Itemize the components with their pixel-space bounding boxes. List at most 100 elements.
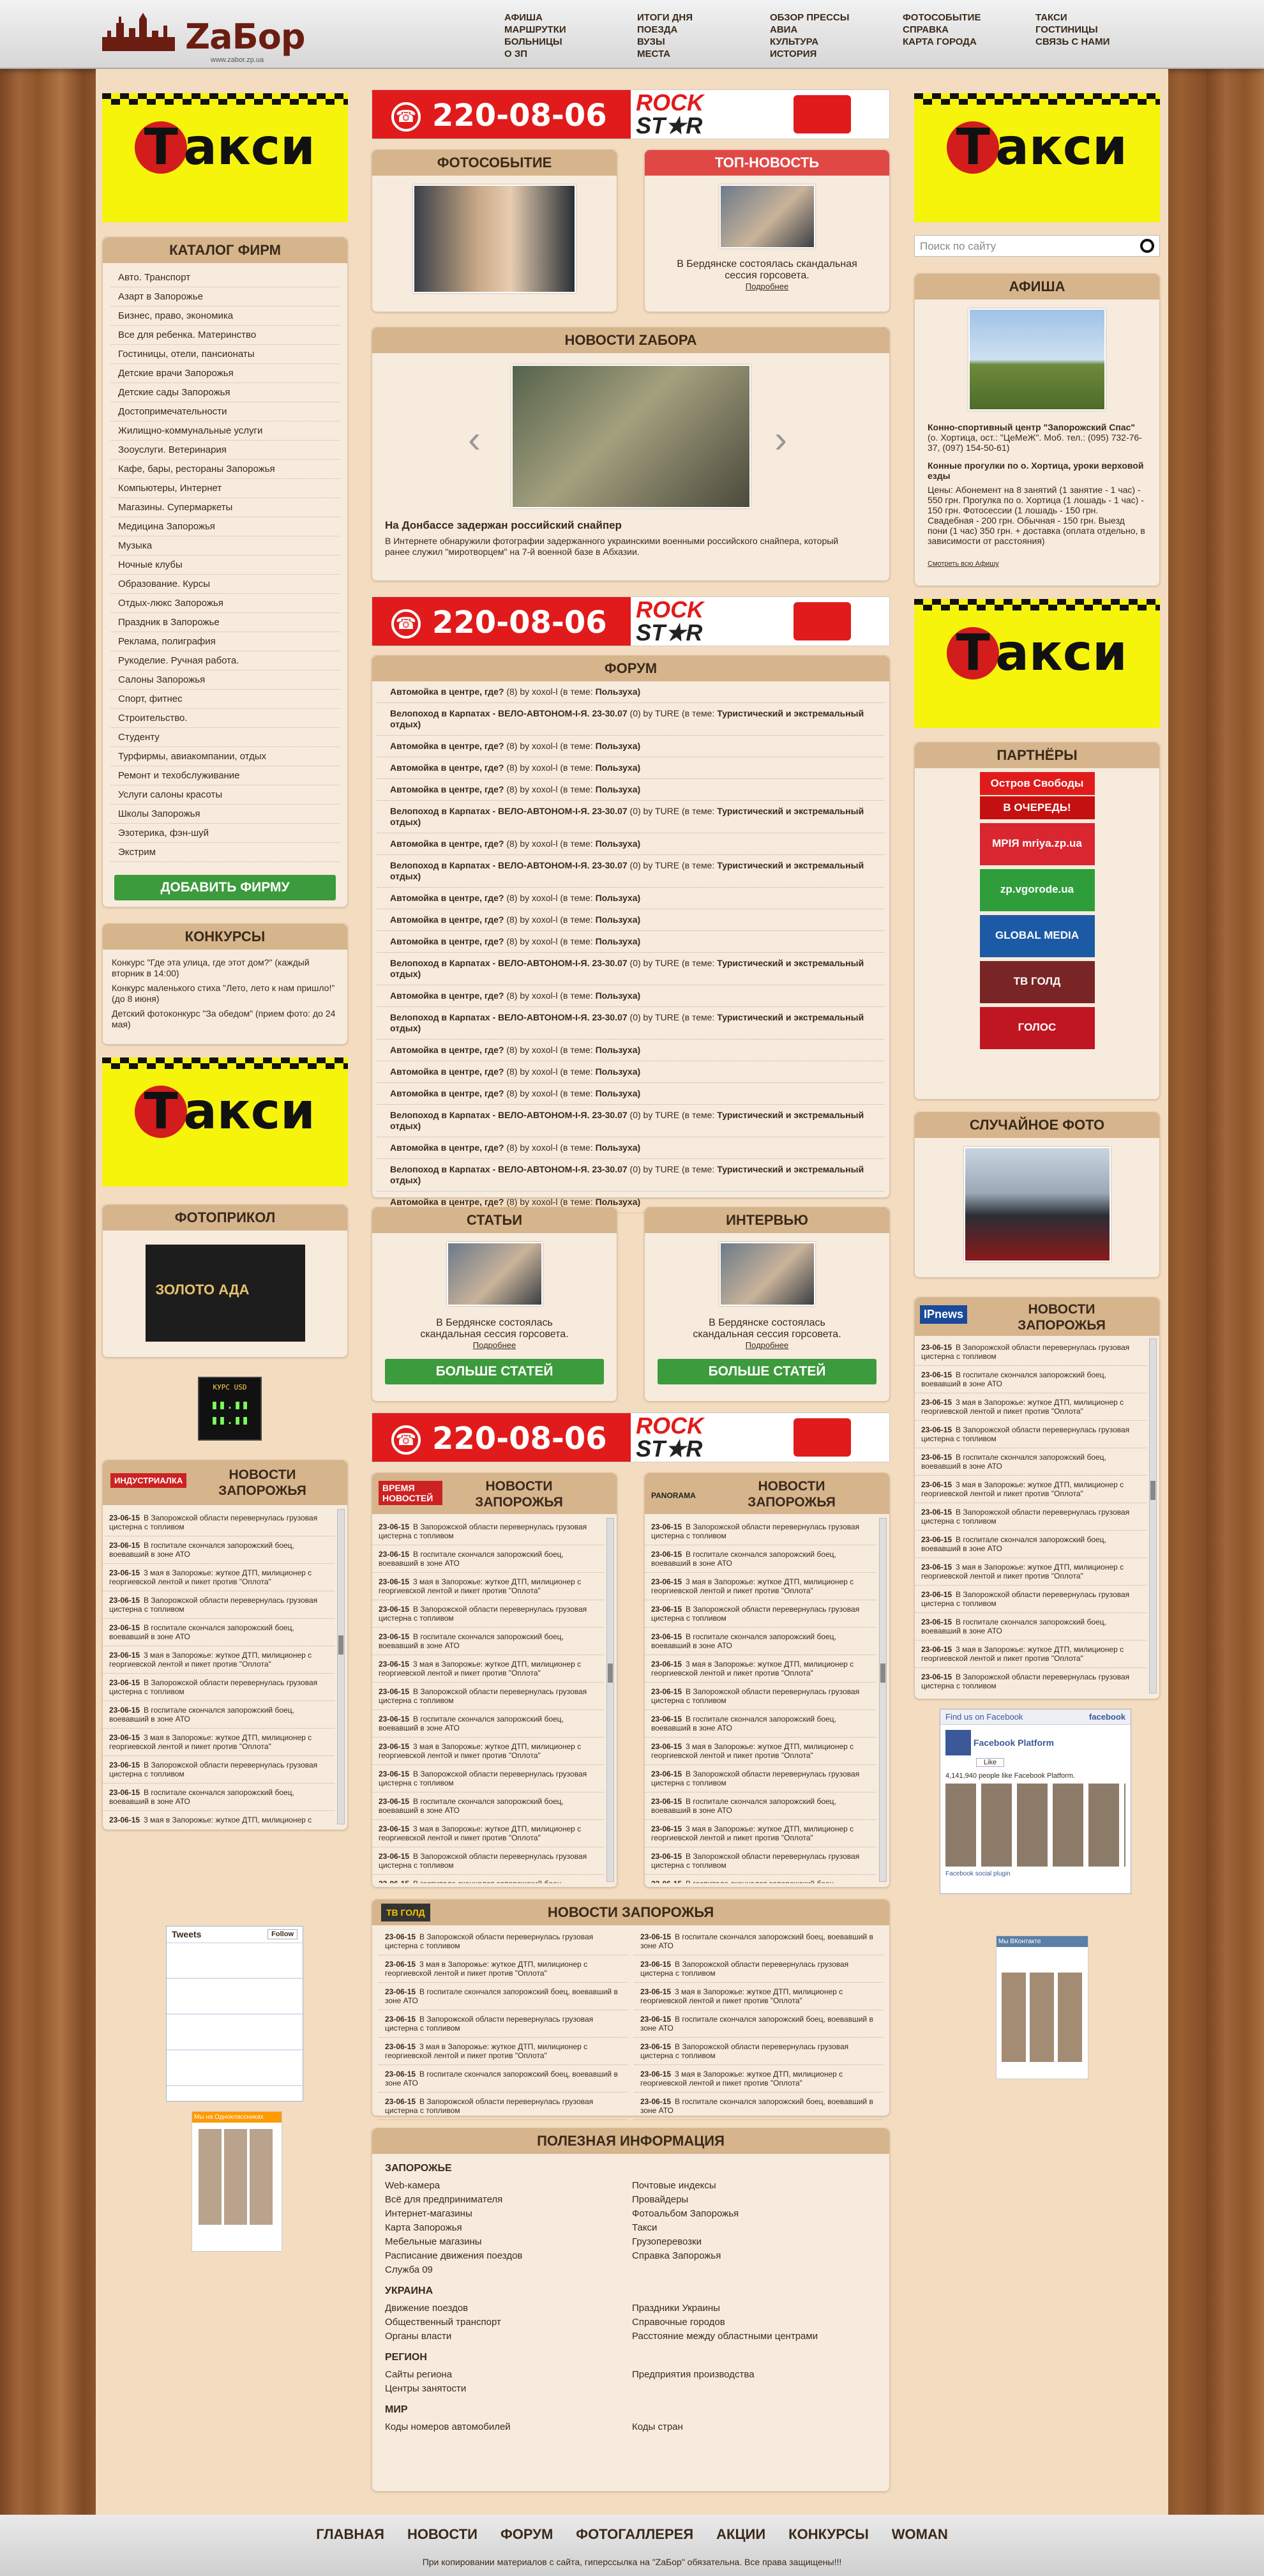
top-nav-item[interactable]: ОБЗОР ПРЕССЫ bbox=[770, 11, 903, 24]
facebook-like-button[interactable]: Like bbox=[976, 1758, 1004, 1767]
top-nav-item[interactable]: ИСТОРИЯ bbox=[770, 48, 903, 60]
top-news-more-link[interactable]: Подробнее bbox=[645, 282, 889, 291]
search-input[interactable]: Поиск по сайту bbox=[920, 240, 996, 253]
forum-topic[interactable]: Автомойка в центре, где? bbox=[390, 1066, 504, 1077]
catalog-item[interactable]: Услуги салоны красоты bbox=[110, 785, 340, 805]
partner-logo[interactable]: Остров Свободы bbox=[979, 772, 1095, 795]
top-nav-item[interactable] bbox=[1035, 48, 1168, 60]
catalog-item[interactable]: Праздник в Запорожье bbox=[110, 613, 340, 632]
forum-topic[interactable]: Велопоход в Карпатах - ВЕЛО-АВТОНОМ-I-Я.… bbox=[390, 958, 628, 968]
afisha-more-link[interactable]: Смотреть всю Афишу bbox=[928, 559, 1147, 569]
vremya-news-scrollbar[interactable] bbox=[606, 1518, 614, 1882]
news-item[interactable]: 23-06-15В госпитале скончался запорожски… bbox=[103, 1701, 335, 1729]
useful-link[interactable]: Такси bbox=[632, 2222, 862, 2234]
slider-prev-icon[interactable]: ‹ bbox=[468, 417, 481, 461]
forum-section[interactable]: Пользуха) bbox=[596, 1197, 641, 1207]
catalog-item[interactable]: Кафе, бары, рестораны Запорожья bbox=[110, 460, 340, 479]
useful-link[interactable]: Общественный транспорт bbox=[385, 2316, 632, 2329]
news-item[interactable]: 23-06-15 В Запорожской области перевернул… bbox=[379, 2010, 628, 2038]
news-item[interactable]: 23-06-15 3 мая в Запорожье: жуткое ДТП, м… bbox=[103, 1729, 335, 1756]
catalog-item[interactable]: Гостиницы, отели, пансионаты bbox=[110, 345, 340, 364]
news-item[interactable]: 23-06-15В госпитале скончался запорожски… bbox=[372, 1792, 604, 1820]
forum-row[interactable]: Автомойка в центре, где? (8) by xoxol-l … bbox=[377, 833, 884, 855]
partner-logo[interactable]: ТВ ГОЛД bbox=[979, 961, 1095, 1003]
forum-topic[interactable]: Автомойка в центре, где? bbox=[390, 838, 504, 849]
forum-row[interactable]: Автомойка в центре, где? (8) by xoxol-l … bbox=[377, 681, 884, 703]
contest-item[interactable]: Конкурс маленького стиха "Лето, лето к н… bbox=[112, 983, 338, 1004]
useful-link[interactable] bbox=[632, 2264, 862, 2277]
news-item[interactable]: 23-06-15 В Запорожской области перевернул… bbox=[103, 1756, 335, 1784]
news-item[interactable]: 23-06-15 3 мая в Запорожье: жуткое ДТП, м… bbox=[645, 1573, 877, 1600]
forum-section[interactable]: Пользуха) bbox=[596, 893, 641, 903]
top-nav-item[interactable]: ГОСТИНИЦЫ bbox=[1035, 24, 1168, 36]
news-item[interactable]: 23-06-15В госпитале скончался запорожски… bbox=[372, 1710, 604, 1738]
useful-link[interactable]: Предприятия производства bbox=[632, 2368, 862, 2381]
interview-text[interactable]: В Бердянске состоялась скандальная сесси… bbox=[683, 1317, 851, 1340]
news-item[interactable]: 23-06-15В госпитале скончался запорожски… bbox=[103, 1619, 335, 1646]
rockstar-ad-banner-2[interactable]: ☎ 220-08-06 ROCK ST★R bbox=[372, 596, 890, 646]
catalog-item[interactable]: Строительство. bbox=[110, 709, 340, 728]
useful-link[interactable]: Справочные городов bbox=[632, 2316, 862, 2329]
top-nav-item[interactable]: АФИША bbox=[504, 11, 637, 24]
news-item[interactable]: 23-06-15В госпитале скончался запорожски… bbox=[379, 1983, 628, 2010]
forum-row[interactable]: Автомойка в центре, где? (8) by xoxol-l … bbox=[377, 736, 884, 757]
forum-section[interactable]: Пользуха) bbox=[596, 914, 641, 925]
footer-nav-item[interactable]: ГЛАВНАЯ bbox=[316, 2526, 384, 2542]
news-item[interactable]: 23-06-15 3 мая в Запорожье: жуткое ДТП, м… bbox=[915, 1640, 1147, 1668]
news-item[interactable]: 23-06-15 3 мая в Запорожье: жуткое ДТП, м… bbox=[372, 1738, 604, 1765]
useful-link[interactable]: Мебельные магазины bbox=[385, 2236, 632, 2248]
news-item[interactable]: 23-06-15 В Запорожской области перевернул… bbox=[915, 1503, 1147, 1531]
useful-link[interactable]: Движение поездов bbox=[385, 2302, 632, 2315]
catalog-item[interactable]: Спорт, фитнес bbox=[110, 690, 340, 709]
useful-link[interactable]: Праздники Украины bbox=[632, 2302, 862, 2315]
forum-topic[interactable]: Автомойка в центре, где? bbox=[390, 784, 504, 794]
forum-row[interactable]: Автомойка в центре, где? (8) by xoxol-l … bbox=[377, 888, 884, 909]
news-item[interactable]: 23-06-15 3 мая в Запорожье: жуткое ДТП, м… bbox=[103, 1564, 335, 1591]
news-item[interactable]: 23-06-15 3 мая в Запорожье: жуткое ДТП, м… bbox=[379, 2038, 628, 2065]
random-photo-image[interactable] bbox=[963, 1147, 1111, 1262]
news-item[interactable]: 23-06-15 3 мая в Запорожье: жуткое ДТП, м… bbox=[372, 1820, 604, 1847]
top-nav-item[interactable]: О ЗП bbox=[504, 48, 637, 60]
catalog-item[interactable]: Отдых-люкс Запорожья bbox=[110, 594, 340, 613]
news-item[interactable]: 23-06-15В госпитале скончался запорожски… bbox=[379, 2065, 628, 2093]
news-item[interactable]: 23-06-15В госпитале скончался запорожски… bbox=[103, 1536, 335, 1564]
news-item[interactable]: 23-06-15 В Запорожской области перевернул… bbox=[915, 1338, 1147, 1366]
footer-nav-item[interactable]: ФОРУМ bbox=[500, 2526, 553, 2542]
news-item[interactable]: 23-06-15 3 мая в Запорожье: жуткое ДТП, м… bbox=[103, 1646, 335, 1674]
catalog-item[interactable]: Азарт в Запорожье bbox=[110, 287, 340, 307]
useful-link[interactable]: Коды номеров автомобилей bbox=[385, 2421, 632, 2434]
catalog-item[interactable]: Ночные клубы bbox=[110, 556, 340, 575]
top-nav-item[interactable]: КУЛЬТУРА bbox=[770, 36, 903, 48]
news-item[interactable]: 23-06-15 В Запорожской области перевернул… bbox=[645, 1847, 877, 1875]
catalog-item[interactable]: Магазины. Супермаркеты bbox=[110, 498, 340, 517]
catalog-item[interactable]: Студенту bbox=[110, 728, 340, 747]
useful-link[interactable]: Всё для предпринимателя bbox=[385, 2193, 632, 2206]
news-item[interactable]: 23-06-15 3 мая в Запорожье: жуткое ДТП, м… bbox=[645, 1820, 877, 1847]
forum-topic[interactable]: Автомойка в центре, где? bbox=[390, 1142, 504, 1153]
top-nav-item[interactable]: СВЯЗЬ С НАМИ bbox=[1035, 36, 1168, 48]
useful-link[interactable]: Фотоальбом Запорожья bbox=[632, 2208, 862, 2220]
top-nav-item[interactable]: МЕСТА bbox=[637, 48, 770, 60]
top-nav-item[interactable]: МАРШРУТКИ bbox=[504, 24, 637, 36]
taxi-ad-banner[interactable]: Такси bbox=[102, 93, 348, 222]
add-firm-button[interactable]: ДОБАВИТЬ ФИРМУ bbox=[114, 875, 336, 900]
catalog-item[interactable]: Рукоделие. Ручная работа. bbox=[110, 651, 340, 671]
odnoklassniki-widget[interactable]: Мы на Одноклассниках bbox=[192, 2111, 282, 2252]
news-item[interactable]: 23-06-15В госпитале скончался запорожски… bbox=[645, 1628, 877, 1655]
site-logo[interactable]: ZаБор www.zabor.zp.ua bbox=[102, 8, 306, 65]
partner-logo[interactable]: zp.vgorode.ua bbox=[979, 869, 1095, 911]
forum-section[interactable]: Пользуха) bbox=[596, 741, 641, 751]
catalog-item[interactable]: Детские сады Запорожья bbox=[110, 383, 340, 402]
forum-row[interactable]: Автомойка в центре, где? (8) by xoxol-l … bbox=[377, 1040, 884, 1061]
news-item[interactable]: 23-06-15 В Запорожской области перевернул… bbox=[379, 1928, 628, 1955]
top-nav-item[interactable]: ВУЗЫ bbox=[637, 36, 770, 48]
forum-topic[interactable]: Автомойка в центре, где? bbox=[390, 936, 504, 946]
news-item[interactable]: 23-06-15 В Запорожской области перевернул… bbox=[645, 1518, 877, 1545]
catalog-item[interactable]: Медицина Запорожья bbox=[110, 517, 340, 536]
taxi-ad-banner-3[interactable]: Такси bbox=[914, 93, 1160, 222]
forum-topic[interactable]: Автомойка в центре, где? bbox=[390, 1197, 504, 1207]
news-item[interactable]: 23-06-15 В Запорожской области перевернул… bbox=[372, 1683, 604, 1710]
forum-row[interactable]: Велопоход в Карпатах - ВЕЛО-АВТОНОМ-I-Я.… bbox=[377, 855, 884, 888]
forum-row[interactable]: Автомойка в центре, где? (8) by xoxol-l … bbox=[377, 779, 884, 801]
news-item[interactable]: 23-06-15В госпитале скончался запорожски… bbox=[634, 2093, 883, 2120]
